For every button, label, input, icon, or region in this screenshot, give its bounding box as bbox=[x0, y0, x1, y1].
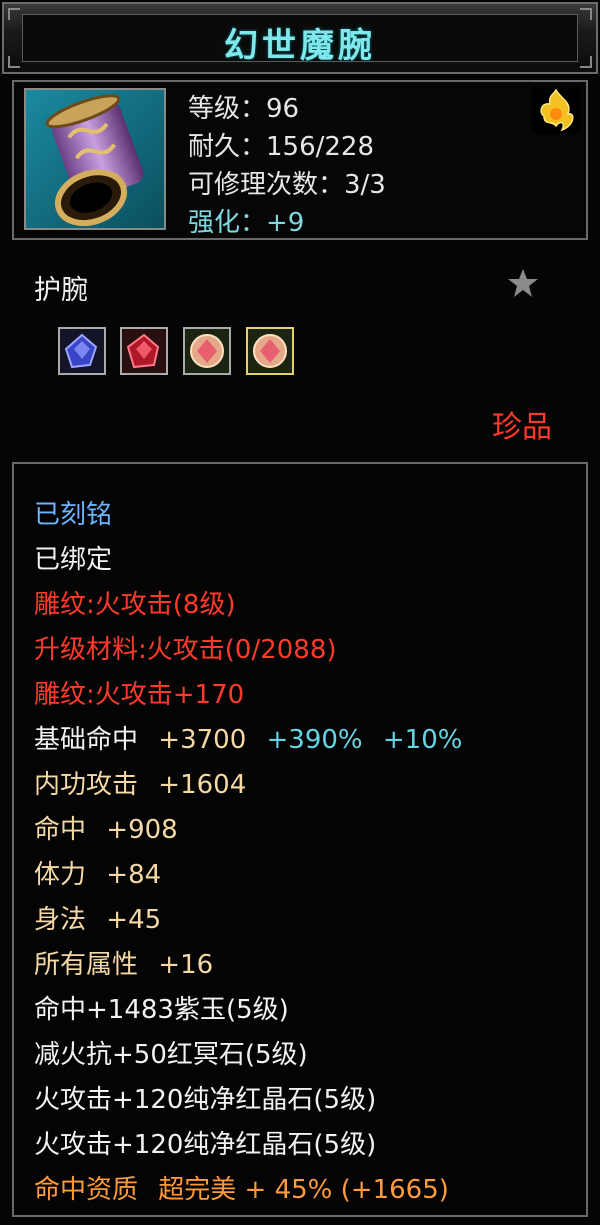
bracer-icon bbox=[24, 88, 166, 230]
item-tooltip: 幻世魔腕 等级：96 耐久：156/228 可修理次数：3/3 强化：+9 护腕… bbox=[0, 0, 600, 1225]
stamina-label: 体力 bbox=[34, 860, 87, 890]
base-hit-value: +3700 bbox=[158, 725, 247, 755]
engraved-status: 已刻铭 bbox=[34, 500, 113, 530]
base-hit-percent-1: +390% bbox=[266, 725, 363, 755]
pink-gem-icon[interactable] bbox=[183, 327, 231, 375]
red-gem-icon[interactable] bbox=[120, 327, 168, 375]
carving-line: 雕纹:火攻击(8级) bbox=[34, 590, 236, 620]
all-attributes-value: +16 bbox=[158, 950, 214, 980]
item-durability: 耐久：156/228 bbox=[188, 132, 375, 162]
gem-bonus-line: 命中+1483紫玉(5级) bbox=[34, 995, 289, 1025]
carving-bonus-line: 雕纹:火攻击+170 bbox=[34, 680, 245, 710]
all-attributes-line: 所有属性 +16 bbox=[34, 944, 213, 981]
item-type: 护腕 bbox=[34, 275, 88, 306]
bound-status: 已绑定 bbox=[34, 545, 113, 575]
gem-bonus-line: 火攻击+120纯净红晶石(5级) bbox=[34, 1130, 377, 1160]
blue-gem-icon[interactable] bbox=[58, 327, 106, 375]
inner-attack-value: +1604 bbox=[158, 770, 247, 800]
pink-gem-icon[interactable] bbox=[246, 327, 294, 375]
agility-line: 身法 +45 bbox=[34, 899, 161, 936]
stamina-line: 体力 +84 bbox=[34, 854, 161, 891]
title-bar: 幻世魔腕 bbox=[2, 2, 598, 74]
aptitude-value: 超完美 + 45% (+1665) bbox=[158, 1175, 449, 1205]
item-level: 等级：96 bbox=[188, 94, 300, 124]
item-enhance: 强化：+9 bbox=[188, 208, 305, 238]
gem-bonus-line: 减火抗+50红冥石(5级) bbox=[34, 1040, 308, 1070]
agility-value: +45 bbox=[106, 905, 162, 935]
hit-label: 命中 bbox=[34, 815, 87, 845]
aptitude-label: 命中资质 bbox=[34, 1175, 139, 1205]
item-repair-count: 可修理次数：3/3 bbox=[188, 170, 386, 200]
hit-line: 命中 +908 bbox=[34, 809, 178, 846]
base-hit-percent-2: +10% bbox=[382, 725, 463, 755]
upgrade-material-line: 升级材料:火攻击(0/2088) bbox=[34, 635, 337, 665]
gem-bonus-line: 火攻击+120纯净红晶石(5级) bbox=[34, 1085, 377, 1115]
base-hit-label: 基础命中 bbox=[34, 725, 139, 755]
item-name: 幻世魔腕 bbox=[224, 26, 376, 66]
all-attributes-label: 所有属性 bbox=[34, 950, 139, 980]
stamina-value: +84 bbox=[106, 860, 162, 890]
aptitude-line: 命中资质 超完美 + 45% (+1665) bbox=[34, 1169, 449, 1206]
star-icon[interactable] bbox=[506, 266, 540, 300]
fire-emblem-icon[interactable] bbox=[532, 86, 580, 134]
inner-attack-label: 内功攻击 bbox=[34, 770, 139, 800]
agility-label: 身法 bbox=[34, 905, 87, 935]
quality-label: 珍品 bbox=[492, 410, 552, 445]
hit-value: +908 bbox=[106, 815, 178, 845]
inner-attack-line: 内功攻击 +1604 bbox=[34, 764, 246, 801]
base-hit-line: 基础命中 +3700 +390% +10% bbox=[34, 719, 462, 756]
